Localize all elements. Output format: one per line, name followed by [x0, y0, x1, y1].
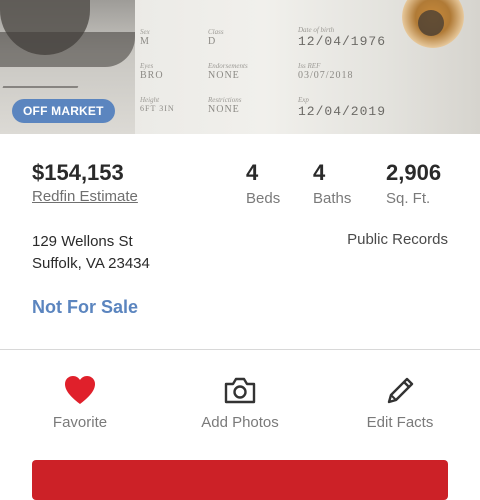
property-address: 129 Wellons St Suffolk, VA 23434 [32, 231, 150, 275]
edit-facts-label: Edit Facts [366, 414, 434, 431]
edit-facts-button[interactable]: Edit Facts [340, 374, 460, 431]
license-field-class: Class D [208, 28, 224, 47]
field-label: Height [140, 96, 160, 104]
field-value: NONE [208, 70, 240, 81]
field-value: 12/04/1976 [298, 34, 387, 49]
license-field-endorsements: Endorsements NONE [208, 62, 248, 81]
beds-stat: 4 Beds [246, 160, 280, 207]
sqft-label: Sq. Ft. [386, 190, 431, 207]
address-city-state-zip: Suffolk, VA 23434 [32, 255, 150, 272]
license-seal-center [418, 10, 444, 36]
listing-status: Not For Sale [32, 297, 139, 317]
license-field-issued: Iss REF 03/07/2018 [298, 62, 354, 81]
field-value: 03/07/2018 [298, 70, 354, 81]
baths-stat: 4 Baths [313, 160, 351, 207]
price-value: $154,153 [32, 160, 124, 185]
license-field-dob: Date of birth 12/04/1976 [298, 26, 386, 49]
section-divider [0, 349, 480, 350]
pencil-icon [387, 377, 414, 404]
field-value: M [140, 36, 150, 47]
field-label: Iss REF [298, 62, 321, 70]
field-label: Eyes [140, 62, 154, 70]
off-market-badge: OFF MARKET [12, 99, 115, 123]
property-photo[interactable]: Sex M Class D Date of birth 12/04/1976 E… [0, 0, 480, 134]
add-photos-button[interactable]: Add Photos [180, 374, 300, 431]
field-label: Endorsements [208, 62, 248, 70]
add-photos-label: Add Photos [201, 414, 279, 431]
field-value: 6FT 3IN [140, 104, 175, 113]
field-label: Sex [140, 28, 150, 36]
primary-action-button[interactable] [32, 460, 448, 500]
data-source-label: Public Records [347, 231, 448, 248]
baths-label: Baths [313, 190, 352, 207]
field-label: Date of birth [298, 26, 335, 34]
field-value: 12/04/2019 [298, 104, 387, 119]
license-field-expiry: Exp 12/04/2019 [298, 96, 386, 119]
sqft-value: 2,906 [386, 160, 442, 185]
field-label: Class [208, 28, 224, 36]
baths-value: 4 [313, 160, 326, 185]
license-field-restrictions: Restrictions NONE [208, 96, 241, 115]
license-signature [2, 58, 89, 88]
redfin-estimate-link[interactable]: Redfin Estimate [32, 188, 138, 205]
favorite-button[interactable]: Favorite [20, 374, 140, 431]
sqft-stat: 2,906 Sq. Ft. [386, 160, 441, 207]
license-field-eyes: Eyes BRO [140, 62, 164, 81]
beds-label: Beds [246, 190, 281, 207]
field-label: Exp [298, 96, 309, 104]
field-value: BRO [140, 70, 164, 81]
field-value: D [208, 36, 217, 47]
field-label: Restrictions [208, 96, 242, 104]
address-street: 129 Wellons St [32, 233, 133, 250]
heart-icon [65, 376, 95, 404]
field-value: NONE [208, 104, 240, 115]
license-field-height: Height 6FT 3IN [140, 96, 175, 113]
camera-icon [224, 377, 256, 404]
beds-value: 4 [246, 160, 259, 185]
favorite-label: Favorite [52, 414, 108, 431]
license-field-sex: Sex M [140, 28, 150, 47]
